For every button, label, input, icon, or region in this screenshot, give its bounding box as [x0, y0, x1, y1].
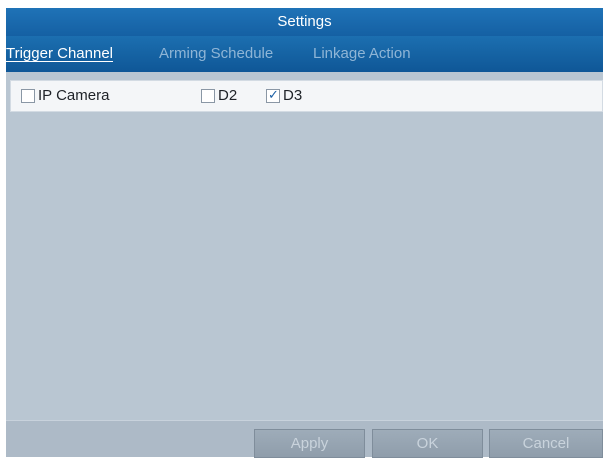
- window-title: Settings: [6, 8, 603, 36]
- trigger-channel-list: IP Camera D2 ✓ D3: [10, 80, 603, 112]
- d3-checkbox-box[interactable]: ✓: [266, 87, 280, 103]
- d2-checkbox-box[interactable]: [201, 89, 215, 103]
- d3-checkbox[interactable]: ✓ D3: [266, 87, 303, 104]
- dialog-footer: Apply OK Cancel: [6, 420, 603, 458]
- ip-camera-checkbox[interactable]: IP Camera: [21, 88, 109, 104]
- tab-arming-schedule[interactable]: Arming Schedule: [159, 45, 273, 62]
- checkmark-icon: ✓: [268, 87, 279, 102]
- ok-button[interactable]: OK: [372, 429, 483, 458]
- apply-button[interactable]: Apply: [254, 429, 365, 458]
- d2-checkbox[interactable]: D2: [201, 88, 237, 104]
- settings-dialog: Settings Trigger Channel Arming Schedule…: [6, 8, 603, 458]
- tab-linkage-action[interactable]: Linkage Action: [313, 45, 411, 62]
- ip-camera-checkbox-box[interactable]: [21, 89, 35, 103]
- tab-trigger-channel[interactable]: Trigger Channel: [6, 45, 113, 62]
- cancel-button[interactable]: Cancel: [489, 429, 603, 458]
- ip-camera-label: IP Camera: [38, 87, 110, 104]
- d3-label: D3: [283, 87, 303, 104]
- tab-bar: Trigger Channel Arming Schedule Linkage …: [6, 36, 603, 72]
- d2-label: D2: [218, 87, 238, 104]
